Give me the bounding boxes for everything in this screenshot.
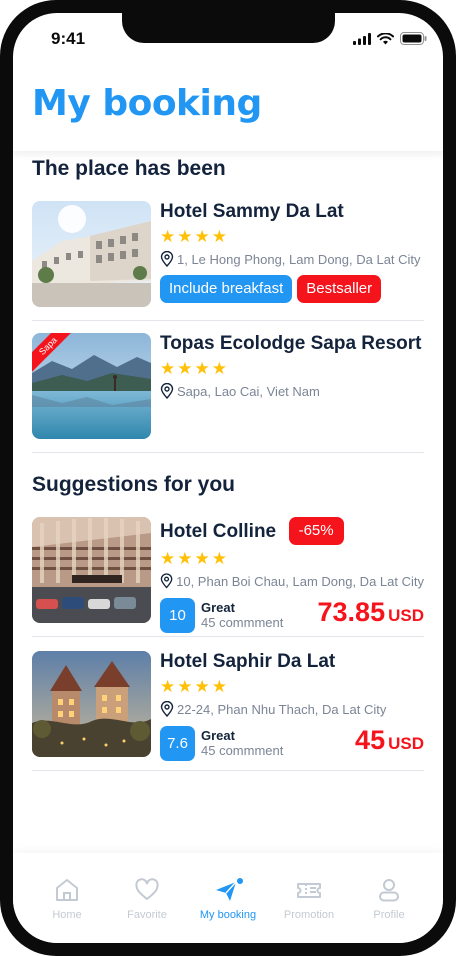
tag-include-breakfast: Include breakfast: [160, 275, 293, 303]
tab-my-booking[interactable]: My booking: [188, 877, 268, 921]
hotel-photo: [32, 517, 151, 623]
phone-frame: 9:41 My booking The place has been Hotel…: [0, 0, 456, 956]
address-text: 1, Le Hong Phong, Lam Dong, Da Lat City: [177, 251, 421, 267]
tab-label: Profile: [373, 909, 405, 921]
hotel-photo: [32, 651, 151, 757]
hotel-address: 1, Le Hong Phong, Lam Dong, Da Lat City: [160, 251, 424, 267]
tab-label: Home: [52, 909, 82, 921]
rating-count: 45 commment: [201, 743, 284, 758]
tab-favorite[interactable]: Favorite: [107, 877, 187, 921]
star-rating: ★★★★: [160, 549, 229, 568]
hotel-name: Hotel Colline: [160, 521, 277, 542]
rating-text: Great 45 commment: [201, 600, 283, 630]
wifi-icon: [377, 32, 394, 44]
star-rating: ★★★★: [160, 227, 229, 246]
rating-text: Great 45 commment: [201, 728, 283, 758]
tag-bestseller: Bestsaller: [297, 275, 382, 303]
price-value: 73.85: [317, 597, 386, 627]
notch: [122, 13, 335, 43]
screen: 9:41 My booking The place has been Hotel…: [13, 13, 443, 943]
hotel-name: Topas Ecolodge Sapa Resort: [160, 333, 422, 354]
location-pin-icon: [160, 251, 174, 267]
tag-list: Include breakfast Bestsaller: [160, 275, 424, 303]
price: 45 USD: [355, 725, 424, 756]
status-time: 9:41: [51, 29, 86, 48]
divider: [32, 636, 424, 637]
star-rating: ★★★★: [160, 677, 229, 696]
hotel-photo: Sapa: [32, 333, 151, 439]
tab-label: My booking: [199, 909, 257, 921]
score-badge: 10: [160, 597, 195, 633]
tab-label: Favorite: [127, 909, 167, 921]
battery-icon: [400, 32, 427, 45]
rating-label: Great: [201, 728, 235, 743]
hotel-name-row: Hotel Colline -65%: [160, 517, 424, 545]
discount-badge: -65%: [288, 517, 344, 545]
header: My booking: [13, 73, 443, 151]
location-pin-icon: [160, 383, 174, 399]
tab-promotion[interactable]: Promotion: [269, 877, 349, 921]
score-badge: 7.6: [160, 725, 195, 761]
location-pin-icon: [160, 573, 173, 589]
hotel-name: Hotel Saphir Da Lat: [160, 651, 336, 672]
address-text: 22-24, Phan Nhu Thach, Da Lat City: [177, 701, 387, 717]
section-title-visited: The place has been: [32, 157, 226, 180]
section-title-suggestions: Suggestions for you: [32, 473, 236, 496]
page-title: My booking: [32, 83, 262, 124]
divider: [32, 770, 424, 771]
home-icon: [56, 879, 78, 901]
price-currency: USD: [388, 734, 424, 753]
divider: [32, 452, 424, 453]
rating-count: 45 commment: [201, 615, 284, 630]
hotel-photo: [32, 201, 151, 307]
hotel-name: Hotel Sammy Da Lat: [160, 201, 344, 222]
ticket-icon: [297, 883, 321, 898]
hotel-address: Sapa, Lao Cai, Viet Nam: [160, 383, 424, 399]
status-icons: [353, 32, 427, 45]
paper-plane-icon: [216, 878, 243, 901]
heart-icon: [135, 878, 159, 900]
hotel-address: 10, Phan Boi Chau, Lam Dong, Da Lat City: [160, 573, 424, 589]
rating-row: 10 Great 45 commment 73.85 USD: [160, 597, 424, 633]
price: 73.85 USD: [318, 597, 424, 628]
tab-profile[interactable]: Profile: [349, 877, 429, 921]
divider: [32, 320, 424, 321]
price-value: 45: [355, 725, 386, 755]
star-rating: ★★★★: [160, 359, 229, 378]
rating-label: Great: [201, 600, 235, 615]
address-text: 10, Phan Boi Chau, Lam Dong, Da Lat City: [176, 573, 424, 589]
address-text: Sapa, Lao Cai, Viet Nam: [177, 383, 320, 399]
signal-icon: [353, 32, 371, 45]
bottom-tab-bar: Home Favorite My booking Promotion Profi…: [13, 853, 443, 943]
tab-home[interactable]: Home: [27, 877, 107, 921]
location-pin-icon: [160, 701, 174, 717]
tab-label: Promotion: [283, 909, 335, 921]
hotel-address: 22-24, Phan Nhu Thach, Da Lat City: [160, 701, 424, 717]
rating-row: 7.6 Great 45 commment 45 USD: [160, 725, 424, 761]
person-icon: [379, 879, 399, 902]
price-currency: USD: [388, 606, 424, 625]
